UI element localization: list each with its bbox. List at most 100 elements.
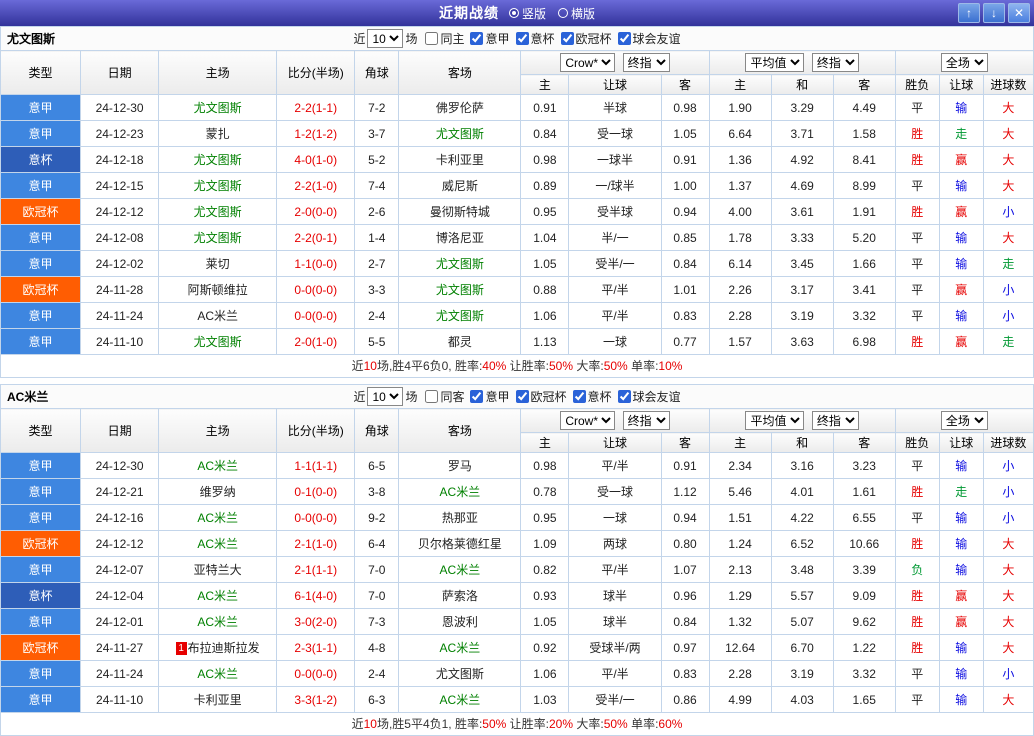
checkbox-input[interactable]: [573, 390, 586, 403]
result-scope-select[interactable]: 全场: [941, 411, 988, 430]
checkbox-input[interactable]: [425, 390, 438, 403]
odds-provider-select[interactable]: Crow*: [560, 53, 615, 72]
col-header-date: 日期: [81, 409, 159, 453]
handicap-cell: 一/球半: [569, 173, 661, 199]
match-count-select[interactable]: 10: [367, 29, 403, 48]
away-team-name: 博洛尼亚: [436, 231, 484, 245]
match-row: 意甲24-11-10卡利亚里3-3(1-2)6-3AC米兰1.03受半/一0.8…: [1, 687, 1034, 713]
corner-cell: 7-2: [355, 95, 399, 121]
avg-odds-select[interactable]: 平均值: [745, 411, 804, 430]
away-team-cell: 尤文图斯: [399, 251, 521, 277]
odds-away-cell: 1.01: [661, 277, 709, 303]
layout-radio-vertical[interactable]: 竖版: [509, 5, 546, 22]
result-wdl-cell: 平: [895, 225, 939, 251]
result-handicap-cell: 输: [939, 95, 983, 121]
league-filter-checkbox[interactable]: 意甲: [464, 30, 509, 47]
odds-away-cell: 0.98: [661, 95, 709, 121]
league-filter-checkbox[interactable]: 意甲: [464, 388, 509, 405]
checkbox-input[interactable]: [618, 32, 631, 45]
type-cell: 意甲: [1, 329, 81, 355]
match-count-select[interactable]: 10: [367, 387, 403, 406]
date-cell: 24-11-27: [81, 635, 159, 661]
europe-odds-group-header: 平均值 终指: [709, 51, 895, 75]
corner-cell: 7-4: [355, 173, 399, 199]
score-cell: 2-2(1-0): [277, 173, 355, 199]
checkbox-input[interactable]: [470, 32, 483, 45]
league-filter-checkbox[interactable]: 意杯: [567, 388, 612, 405]
odds-stage-select[interactable]: 终指: [623, 411, 670, 430]
away-team-cell: 博洛尼亚: [399, 225, 521, 251]
result-wdl-cell: 胜: [895, 583, 939, 609]
odds-stage-select[interactable]: 终指: [623, 53, 670, 72]
avg-odds-select[interactable]: 平均值: [745, 53, 804, 72]
date-cell: 24-12-12: [81, 199, 159, 225]
checkbox-input[interactable]: [618, 390, 631, 403]
avg-odds-stage-select[interactable]: 终指: [812, 411, 859, 430]
close-button[interactable]: ✕: [1008, 3, 1030, 23]
league-filter-checkbox[interactable]: 同主: [419, 30, 464, 47]
checkbox-input[interactable]: [470, 390, 483, 403]
checkbox-input[interactable]: [425, 32, 438, 45]
odds-away-cell: 0.85: [661, 225, 709, 251]
result-wdl-cell: 平: [895, 277, 939, 303]
move-down-button[interactable]: ↓: [983, 3, 1005, 23]
avg-home-cell: 1.36: [709, 147, 771, 173]
avg-away-cell: 6.55: [833, 505, 895, 531]
league-filter-checkbox[interactable]: 同客: [419, 388, 464, 405]
league-filter-checkbox[interactable]: 意杯: [510, 30, 555, 47]
score-cell: 1-2(1-2): [277, 121, 355, 147]
avg-home-cell: 1.37: [709, 173, 771, 199]
handicap-cell: 半/一: [569, 225, 661, 251]
subcol-handicap: 让球: [569, 75, 661, 95]
result-handicap-cell: 输: [939, 505, 983, 531]
summary-segment: 50%: [604, 717, 628, 731]
league-filter-checkbox[interactable]: 欧冠杯: [555, 30, 612, 47]
avg-draw-cell: 3.16: [771, 453, 833, 479]
summary-segment: 场,胜5平4负1, 胜率:: [377, 717, 482, 731]
odds-home-cell: 0.91: [521, 95, 569, 121]
odds-away-cell: 0.83: [661, 303, 709, 329]
result-goals-cell: 小: [983, 199, 1033, 225]
home-team-cell: AC米兰: [159, 661, 277, 687]
avg-away-cell: 8.41: [833, 147, 895, 173]
odds-away-cell: 0.96: [661, 583, 709, 609]
score-cell: 3-0(2-0): [277, 609, 355, 635]
result-wdl-cell: 胜: [895, 635, 939, 661]
score-cell: 2-2(0-1): [277, 225, 355, 251]
odds-home-cell: 1.09: [521, 531, 569, 557]
league-filter-checkbox[interactable]: 球会友谊: [612, 30, 681, 47]
league-filter-checkbox[interactable]: 球会友谊: [612, 388, 681, 405]
away-team-name: 贝尔格莱德红星: [418, 537, 502, 551]
radio-unselected-icon: [558, 8, 568, 18]
move-up-button[interactable]: ↑: [958, 3, 980, 23]
avg-home-cell: 2.13: [709, 557, 771, 583]
avg-home-cell: 4.00: [709, 199, 771, 225]
result-handicap-cell: 赢: [939, 329, 983, 355]
date-cell: 24-12-01: [81, 609, 159, 635]
summary-segment: 单率:: [628, 717, 659, 731]
checkbox-input[interactable]: [516, 390, 529, 403]
checkbox-label: 球会友谊: [633, 388, 681, 405]
avg-draw-cell: 3.71: [771, 121, 833, 147]
avg-home-cell: 2.28: [709, 303, 771, 329]
corner-cell: 9-2: [355, 505, 399, 531]
away-team-cell: 恩波利: [399, 609, 521, 635]
checkbox-input[interactable]: [561, 32, 574, 45]
league-filter-checkbox[interactable]: 欧冠杯: [510, 388, 567, 405]
result-handicap-cell: 输: [939, 635, 983, 661]
summary-segment: 10: [364, 717, 377, 731]
radio-selected-icon: [509, 8, 519, 18]
away-team-cell: 曼彻斯特城: [399, 199, 521, 225]
handicap-cell: 平/半: [569, 277, 661, 303]
odds-away-cell: 1.00: [661, 173, 709, 199]
result-goals-cell: 大: [983, 225, 1033, 251]
checkbox-input[interactable]: [516, 32, 529, 45]
odds-away-cell: 0.77: [661, 329, 709, 355]
avg-odds-stage-select[interactable]: 终指: [812, 53, 859, 72]
avg-draw-cell: 3.45: [771, 251, 833, 277]
layout-radio-horizontal[interactable]: 横版: [558, 5, 595, 22]
score-cell: 2-1(1-0): [277, 531, 355, 557]
odds-provider-select[interactable]: Crow*: [560, 411, 615, 430]
result-scope-select[interactable]: 全场: [941, 53, 988, 72]
results-table: 类型 日期 主场 比分(半场) 角球 客场 Crow* 终指 平均值 终指 全场: [0, 408, 1034, 713]
